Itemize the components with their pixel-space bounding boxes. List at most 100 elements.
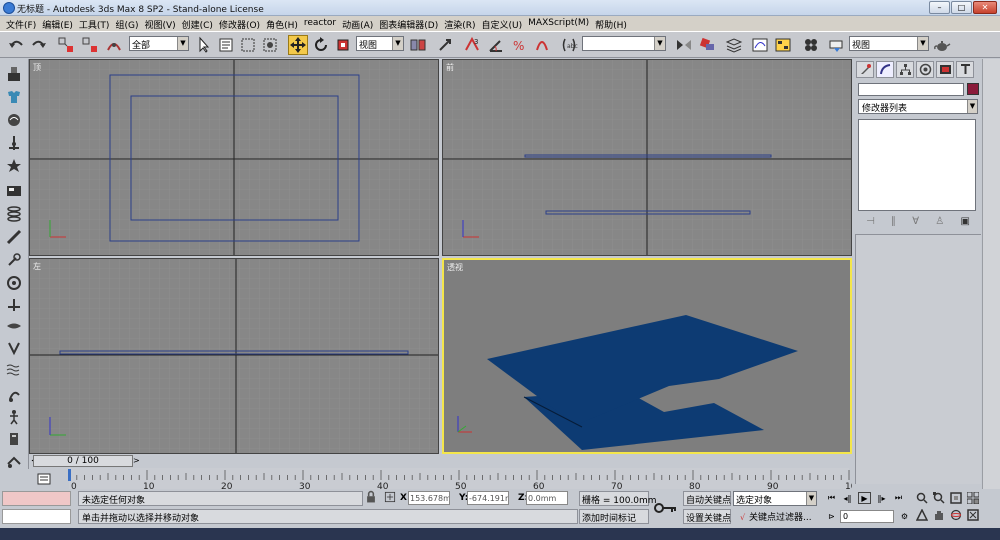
rag-doll-constraint-icon[interactable] [3, 386, 25, 406]
previous-frame-icon[interactable]: ◂‖ [841, 492, 854, 504]
menu-modifiers[interactable]: 修改器(O) [219, 16, 266, 31]
viewport-left[interactable]: 左 [29, 258, 439, 454]
cloth-collection-icon[interactable] [3, 87, 25, 107]
layer-manager-icon[interactable] [724, 35, 744, 55]
reference-coordinate-dropdown[interactable]: 视图 ▼ [356, 36, 404, 51]
plane-icon[interactable] [3, 181, 25, 201]
curve-editor-icon[interactable] [750, 35, 770, 55]
object-color-swatch[interactable] [967, 83, 979, 95]
menu-rendering[interactable]: 渲染(R) [444, 16, 481, 31]
viewport-label-left[interactable]: 左 [33, 261, 41, 272]
viewport-label-top[interactable]: 顶 [33, 62, 41, 73]
viewport-perspective[interactable]: 透视 [442, 258, 852, 454]
car-wheel-constraint-icon[interactable] [3, 451, 25, 471]
panel-scroll-strip[interactable] [982, 59, 1000, 489]
display-tab-icon[interactable] [936, 61, 954, 78]
close-button[interactable]: ✕ [973, 1, 997, 14]
window-crossing-icon[interactable] [260, 35, 280, 55]
arc-rotate-icon[interactable] [949, 508, 963, 522]
absolute-mode-transform-icon[interactable] [383, 489, 397, 505]
motion-tab-icon[interactable] [916, 61, 934, 78]
next-frame-arrow[interactable]: > [133, 456, 140, 465]
select-and-move-icon[interactable] [288, 35, 308, 55]
maximize-viewport-icon[interactable] [966, 508, 980, 522]
add-time-tag-button[interactable]: 添加时间标记 [579, 509, 649, 524]
show-end-result-icon[interactable]: ∥ [891, 216, 896, 227]
create-tab-icon[interactable] [856, 61, 874, 78]
constraint-solver-icon[interactable] [3, 359, 25, 379]
water-icon[interactable] [3, 338, 25, 358]
rope-collection-icon[interactable] [3, 133, 25, 153]
utilities-tab-icon[interactable] [956, 61, 974, 78]
rigid-body-collection-icon[interactable] [3, 64, 25, 84]
key-mode-icon[interactable]: √ [736, 511, 749, 523]
spinner-snap-icon[interactable] [532, 35, 552, 55]
modify-tab-icon[interactable] [876, 61, 894, 78]
remove-modifier-icon[interactable]: ♙ [935, 216, 944, 227]
menu-tools[interactable]: 工具(T) [79, 16, 116, 31]
current-frame-field[interactable]: 0 [840, 510, 894, 523]
viewport-label-front[interactable]: 前 [446, 62, 454, 73]
menu-character[interactable]: 角色(H) [266, 16, 304, 31]
angle-snap-icon[interactable] [486, 35, 506, 55]
selected-set-dropdown[interactable]: 选定对象 ▼ [733, 491, 817, 506]
edit-named-selection-icon[interactable]: abc [559, 35, 579, 55]
select-and-scale-icon[interactable] [333, 35, 353, 55]
hinge-constraint-icon[interactable] [3, 407, 25, 427]
z-coordinate-field[interactable]: 0.0mm [526, 491, 568, 505]
menu-reactor[interactable]: reactor [304, 16, 342, 31]
configure-modifier-sets-icon[interactable]: ▣ [960, 216, 969, 227]
menu-group[interactable]: 组(G) [115, 16, 144, 31]
pin-stack-icon[interactable]: ⊣ [866, 216, 875, 227]
percent-snap-icon[interactable]: % [509, 35, 529, 55]
menu-help[interactable]: 帮助(H) [595, 16, 633, 31]
menu-graph-editors[interactable]: 图表编辑器(D) [379, 16, 444, 31]
point-to-point-constraint-icon[interactable] [3, 429, 25, 449]
open-mini-curve-editor-icon[interactable] [35, 471, 53, 487]
render-scene-icon[interactable] [827, 35, 847, 55]
current-time-marker[interactable] [68, 469, 71, 481]
object-name-field[interactable] [858, 83, 964, 96]
zoom-icon[interactable] [915, 491, 929, 505]
select-by-name-icon[interactable] [216, 35, 236, 55]
make-unique-icon[interactable]: ∀ [912, 216, 919, 227]
unlink-selection-icon[interactable] [80, 35, 100, 55]
hierarchy-tab-icon[interactable] [896, 61, 914, 78]
deforming-mesh-collection-icon[interactable] [3, 156, 25, 176]
go-to-start-icon[interactable]: ⏮ [825, 492, 838, 504]
time-slider[interactable]: 0 / 100 [33, 455, 133, 467]
soft-body-collection-icon[interactable] [3, 110, 25, 130]
maxscript-listener-mini[interactable] [2, 491, 71, 506]
set-key-button[interactable]: 设置关键点 [683, 509, 731, 524]
viewport-front[interactable]: 前 [442, 59, 852, 256]
use-pivot-center-icon[interactable] [408, 35, 428, 55]
key-mode-toggle-icon[interactable]: ⊳ [825, 510, 838, 522]
select-object-icon[interactable] [194, 35, 214, 55]
toy-car-icon[interactable] [3, 295, 25, 315]
y-coordinate-field[interactable]: -674.191m [467, 491, 509, 505]
viewport-top[interactable]: 顶 [29, 59, 439, 256]
rectangular-selection-icon[interactable] [238, 35, 258, 55]
undo-icon[interactable] [6, 35, 26, 55]
go-to-end-icon[interactable]: ⏭ [892, 492, 905, 504]
select-and-manipulate-icon[interactable] [435, 35, 455, 55]
motor-icon[interactable] [3, 250, 25, 270]
menu-maxscript[interactable]: MAXScript(M) [528, 16, 595, 31]
maximize-button[interactable]: □ [951, 1, 972, 14]
zoom-extents-all-icon[interactable] [966, 491, 980, 505]
bind-to-space-warp-icon[interactable] [104, 35, 124, 55]
dashpot-icon[interactable] [3, 227, 25, 247]
set-key-key-icon[interactable] [652, 495, 680, 521]
field-of-view-icon[interactable] [915, 508, 929, 522]
pan-hand-icon[interactable] [932, 508, 946, 522]
lock-selection-icon[interactable] [364, 489, 378, 505]
redo-icon[interactable] [29, 35, 49, 55]
fracture-icon[interactable] [3, 316, 25, 336]
auto-key-button[interactable]: 自动关键点 [683, 491, 731, 506]
named-selection-sets-dropdown[interactable]: ▼ [582, 36, 666, 51]
menu-edit[interactable]: 编辑(E) [42, 16, 79, 31]
x-coordinate-field[interactable]: 153.678mm [408, 491, 450, 505]
schematic-view-icon[interactable] [773, 35, 793, 55]
quick-render-teapot-icon[interactable] [932, 35, 952, 55]
wind-icon[interactable] [3, 273, 25, 293]
